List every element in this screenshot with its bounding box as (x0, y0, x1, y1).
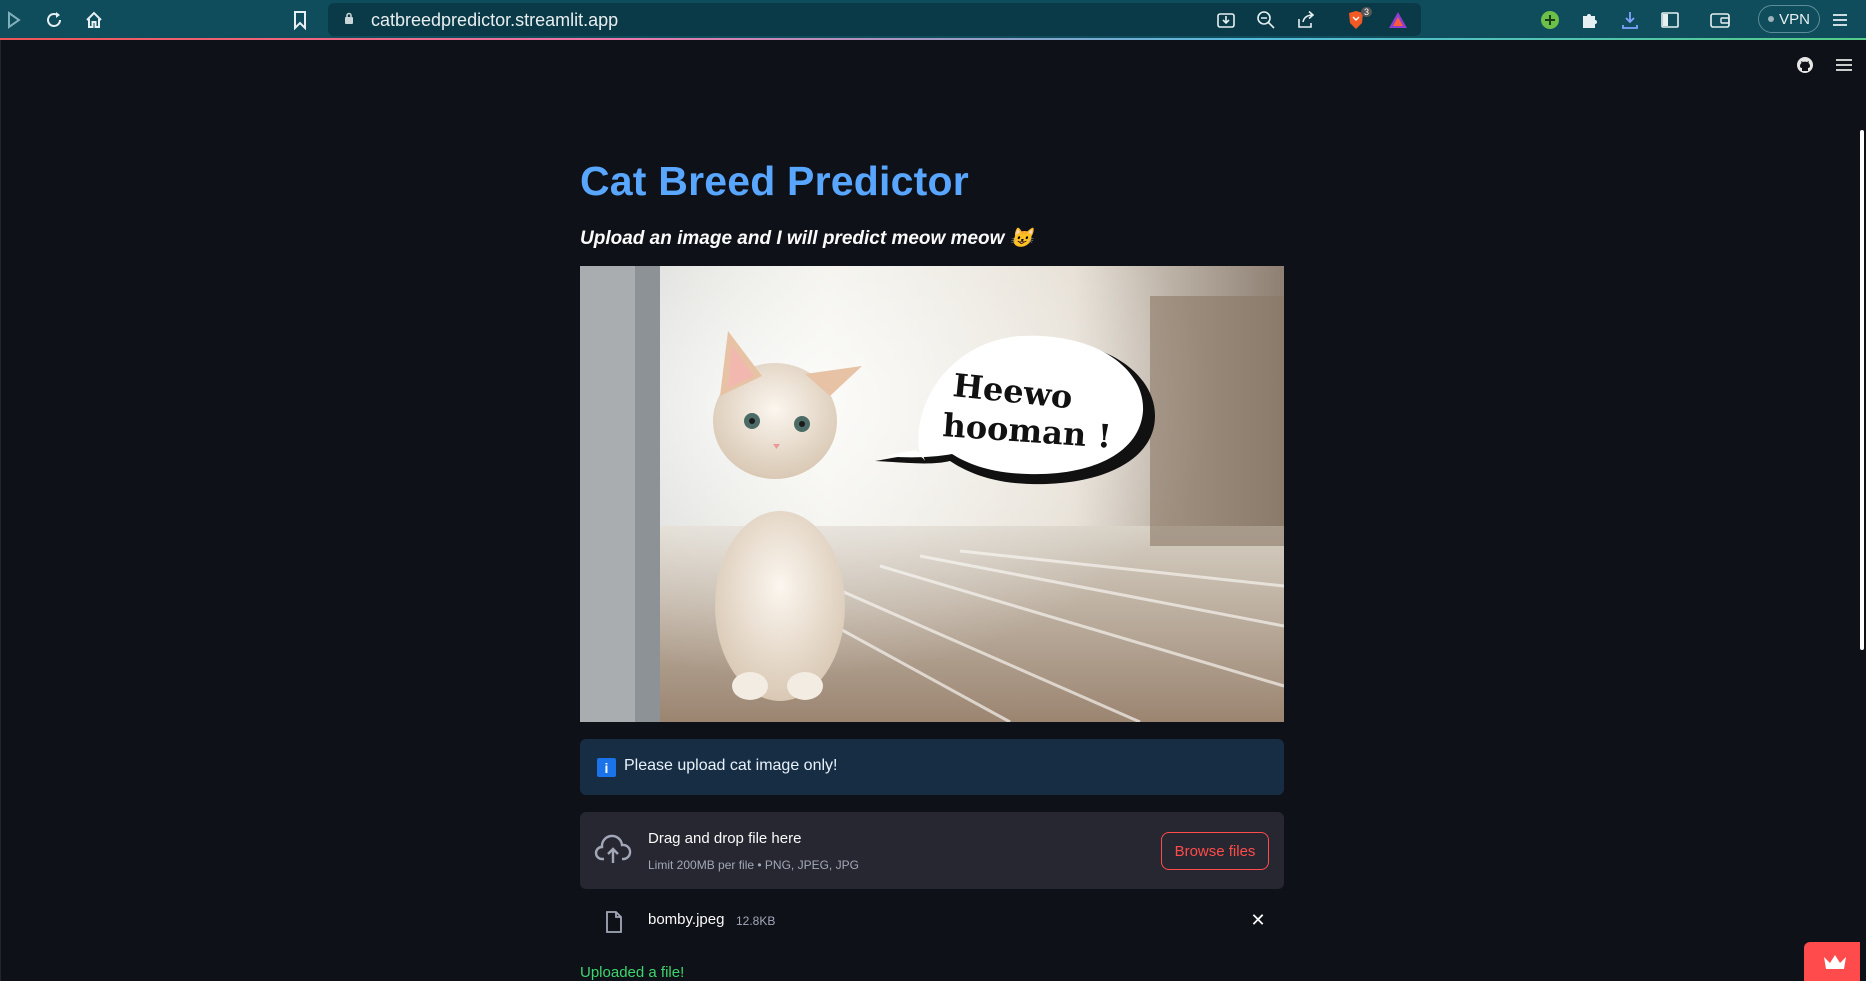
sidebar-toggle-icon[interactable] (1656, 6, 1684, 34)
github-icon[interactable] (1794, 54, 1816, 76)
reload-icon[interactable] (40, 6, 68, 34)
file-icon (606, 911, 622, 933)
info-alert: i Please upload cat image only! (580, 739, 1284, 795)
brave-badge: 3 (1361, 7, 1373, 17)
vpn-label: VPN (1779, 10, 1810, 28)
brave-rewards-icon[interactable] (1384, 6, 1412, 34)
file-name: bomby.jpeg (648, 911, 725, 928)
dropzone-title: Drag and drop file here (648, 830, 802, 847)
home-icon[interactable] (80, 6, 108, 34)
wallet-icon[interactable] (1706, 6, 1734, 34)
info-icon: i (597, 758, 616, 777)
extension-add-icon[interactable] (1536, 6, 1564, 34)
lock-icon (345, 12, 353, 24)
vpn-status-dot (1768, 16, 1775, 22)
streamlit-crown-button[interactable] (1804, 942, 1866, 981)
share-icon[interactable] (1292, 6, 1320, 34)
file-dropzone[interactable]: Drag and drop file here Limit 200MB per … (580, 812, 1284, 889)
zoom-out-icon[interactable] (1252, 6, 1280, 34)
hamburger-menu-icon[interactable] (1833, 54, 1855, 76)
cloud-upload-icon (594, 834, 632, 863)
browse-files-button[interactable]: Browse files (1161, 832, 1269, 870)
crown-icon (1824, 954, 1846, 969)
brave-shield-icon[interactable]: 3 (1342, 6, 1373, 34)
downloads-icon[interactable] (1616, 6, 1644, 34)
browser-toolbar: catbreedpredictor.streamlit.app 3 VPN (0, 0, 1866, 40)
url-text: catbreedpredictor.streamlit.app (371, 10, 619, 30)
bookmark-icon[interactable] (286, 6, 314, 34)
file-size: 12.8KB (736, 914, 776, 928)
remove-file-icon[interactable]: ✕ (1248, 910, 1268, 930)
dropzone-limit: Limit 200MB per file • PNG, JPEG, JPG (648, 858, 859, 872)
hero-cat-image: Heewo hooman ! (580, 266, 1284, 722)
install-app-icon[interactable] (1212, 6, 1240, 34)
extensions-puzzle-icon[interactable] (1576, 6, 1604, 34)
scrollbar-thumb[interactable] (1860, 130, 1864, 650)
vpn-button[interactable]: VPN (1758, 5, 1820, 33)
page-scrollbar[interactable] (1860, 40, 1866, 981)
page-subtitle: Upload an image and I will predict meow … (580, 228, 1034, 249)
info-text: Please upload cat image only! (624, 757, 838, 774)
uploaded-file-item: bomby.jpeg 12.8KB ✕ (580, 900, 1284, 940)
play-icon[interactable] (0, 6, 28, 34)
browser-menu-icon[interactable] (1826, 6, 1854, 34)
upload-status: Uploaded a file! (580, 964, 685, 981)
page-title: Cat Breed Predictor (580, 158, 969, 204)
